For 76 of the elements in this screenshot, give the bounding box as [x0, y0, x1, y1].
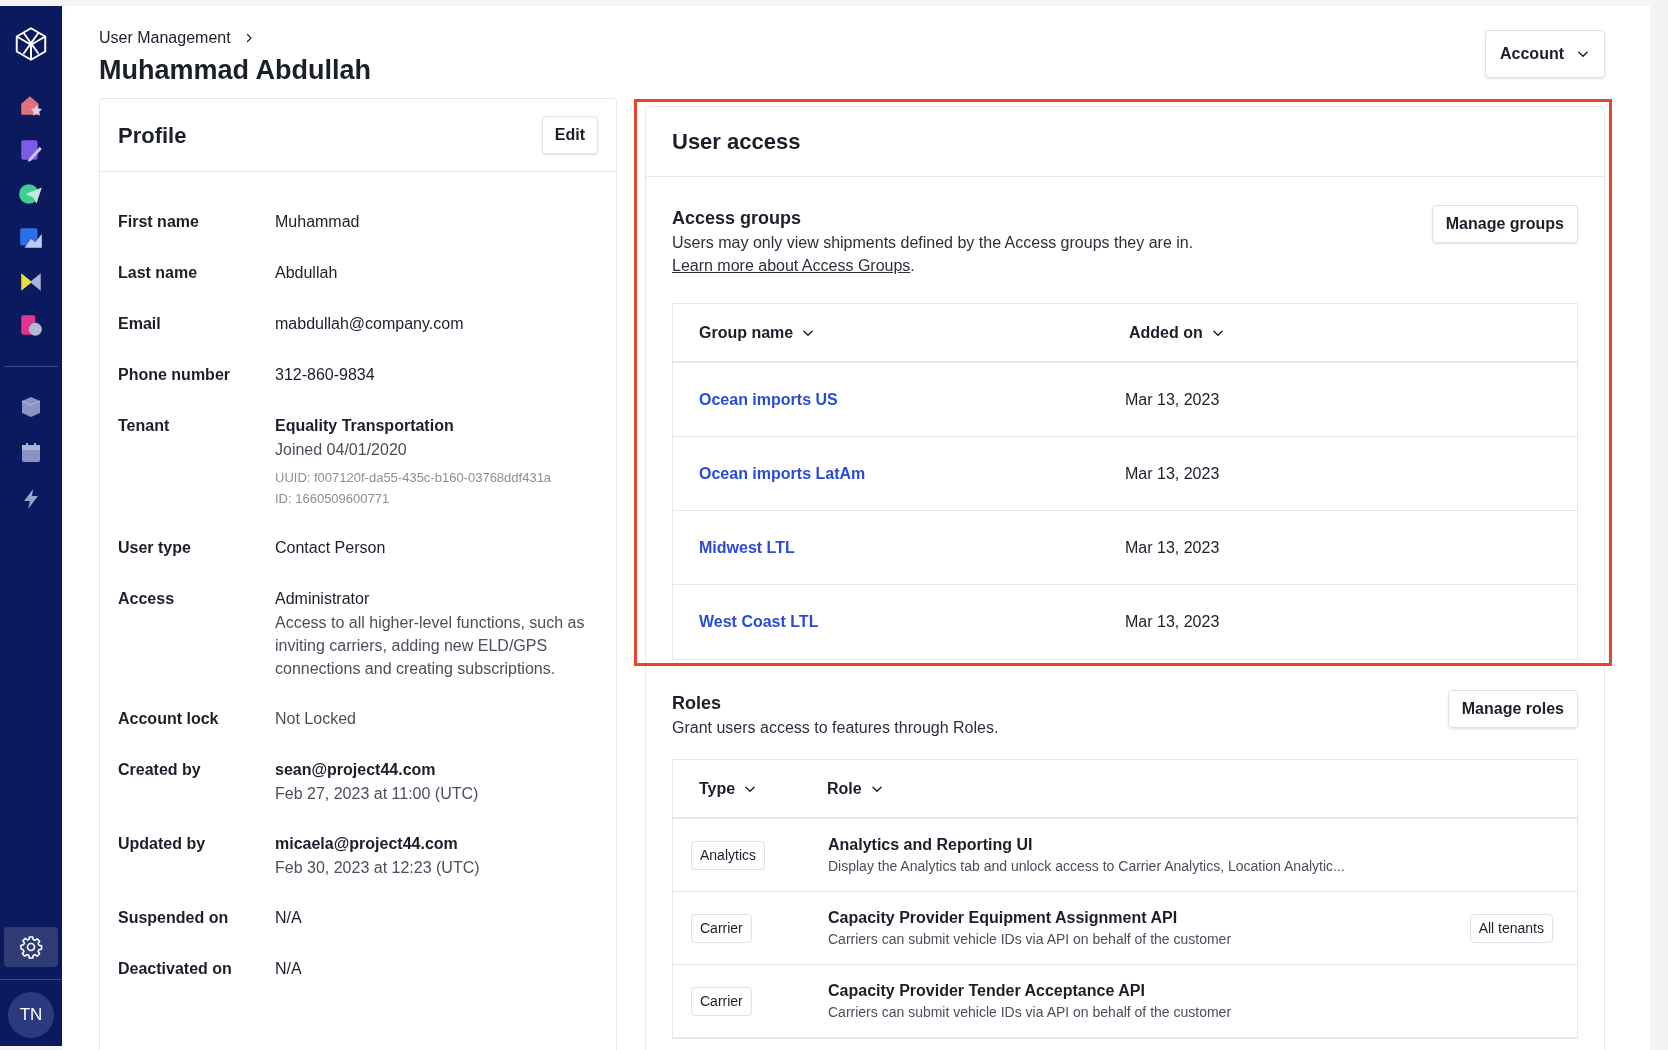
- send-icon: [18, 181, 44, 207]
- field-value: N/A: [275, 959, 303, 979]
- role-name: Capacity Provider Tender Acceptance API: [828, 981, 1146, 1001]
- field-value: 312-860-9834: [275, 365, 376, 385]
- section-title: User access: [672, 128, 801, 156]
- pencil-icon: [18, 137, 44, 163]
- field-label: Updated by: [118, 834, 207, 854]
- type-tag: Analytics: [691, 840, 766, 870]
- field-label: Deactivated on: [118, 959, 233, 979]
- table-cell-text: Mar 13, 2023: [1125, 463, 1220, 484]
- role-description: Carriers can submit vehicle IDs via API on behalf of the customer: [828, 1003, 1233, 1022]
- column-header[interactable]: Role: [827, 776, 884, 801]
- field-label: Access: [118, 589, 176, 609]
- type-tag: Carrier: [691, 986, 752, 1016]
- field-value: N/A: [275, 908, 303, 928]
- field-value: Feb 30, 2023 at 12:23 (UTC): [275, 858, 481, 878]
- column-header[interactable]: Group name: [699, 320, 1129, 345]
- manage-button[interactable]: Manage groups: [1431, 205, 1578, 243]
- role-name: Analytics and Reporting UI: [828, 835, 1034, 855]
- role-description: Carriers can submit vehicle IDs via API on behalf of the customer: [828, 930, 1233, 949]
- field-label: Email: [118, 314, 162, 334]
- field-label: Created by: [118, 760, 202, 780]
- manage-button[interactable]: Manage roles: [1447, 690, 1578, 728]
- group-link[interactable]: Ocean imports LatAm: [699, 461, 1125, 486]
- field-label: User type: [118, 538, 192, 558]
- section-title: Profile: [118, 121, 187, 150]
- field-label: Suspended on: [118, 908, 230, 928]
- field-value: UUID: f007120f-da55-435c-b160-03768ddf431a: [275, 469, 553, 487]
- role-description: Display the Analytics tab and unlock access to Carrier Analytics, Location Analytic...: [828, 857, 1346, 876]
- field-value: ID: 1660509600771: [275, 490, 391, 508]
- field-value: Joined 04/01/2020: [275, 440, 408, 460]
- group-link[interactable]: West Coast LTL: [699, 610, 1125, 634]
- edit-button[interactable]: Edit: [541, 116, 598, 154]
- scope-tag: All tenants: [1469, 913, 1553, 943]
- field-value: Feb 27, 2023 at 11:00 (UTC): [275, 784, 480, 804]
- calendar-icon: [19, 441, 43, 465]
- table-cell-text: Mar 13, 2023: [1125, 537, 1220, 558]
- column-header[interactable]: Added on: [1129, 320, 1225, 345]
- group-link[interactable]: Midwest LTL: [699, 535, 1125, 560]
- role-name: Capacity Provider Equipment Assignment API: [828, 908, 1179, 928]
- subsection-title: Roles: [672, 692, 723, 715]
- avatar[interactable]: TN: [8, 992, 54, 1038]
- type-tag: Carrier: [691, 913, 752, 943]
- box-icon: [19, 395, 43, 419]
- settings-button[interactable]: [4, 927, 58, 967]
- column-header[interactable]: Type: [699, 776, 827, 801]
- page-title: Muhammad Abdullah: [99, 54, 371, 87]
- field-value: Abdullah: [275, 263, 339, 283]
- field-value: mabdullah@company.com: [275, 314, 465, 334]
- field-label: Last name: [118, 263, 199, 283]
- field-value: Not Locked: [275, 709, 357, 729]
- field-value: Muhammad: [275, 212, 361, 232]
- field-value: micaela@project44.com: [275, 834, 459, 854]
- field-value: Contact Person: [275, 538, 387, 558]
- settings-icon: [19, 935, 43, 959]
- account-button[interactable]: Account: [1485, 30, 1605, 78]
- field-value: Equality Transportation: [275, 416, 455, 436]
- table-cell-text: Mar 13, 2023: [1125, 612, 1220, 632]
- learn-more-link[interactable]: Learn more about Access Groups: [672, 257, 911, 274]
- group-link[interactable]: Ocean imports US: [699, 387, 1125, 412]
- field-label: First name: [118, 212, 200, 232]
- field-value: sean@project44.com: [275, 760, 437, 780]
- table-cell-text: Mar 13, 2023: [1125, 389, 1220, 410]
- subsection-title: Access groups: [672, 207, 803, 230]
- field-label: Phone number: [118, 365, 231, 385]
- link-line: Learn more about Access Groups.: [672, 256, 916, 276]
- breadcrumb-link[interactable]: User Management: [99, 26, 231, 50]
- field-value: Administrator: [275, 589, 371, 609]
- field-value: Access to all higher-level functions, such as inviting carriers, adding new ELD/GPS connections and creating subscriptions.: [275, 613, 586, 679]
- field-label: Tenant: [118, 416, 171, 436]
- description-text: Users may only view shipments defined by the Access groups they are in.: [672, 233, 1194, 253]
- description-text: Grant users access to features through Roles.: [672, 718, 999, 738]
- chart-icon: [18, 225, 44, 251]
- document-pie-icon: [18, 313, 44, 339]
- field-label: Account lock: [118, 709, 220, 729]
- cube-logo-icon: [13, 26, 49, 62]
